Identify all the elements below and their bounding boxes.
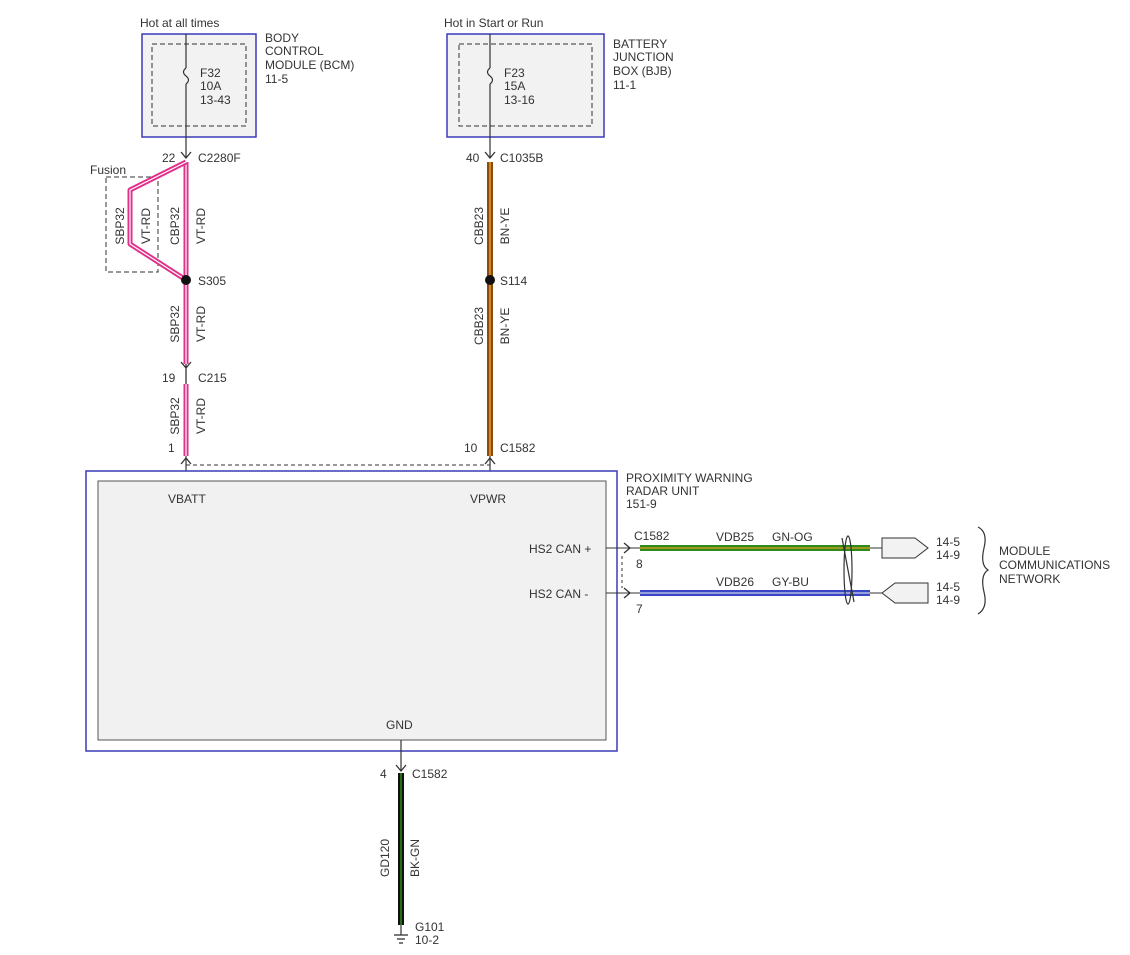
vpwr-label: VPWR <box>470 492 506 506</box>
low-circuit-label: SBP32 <box>168 397 182 435</box>
bcm-module: F32 10A 13-43 <box>141 33 257 158</box>
radar-unit-name-line-2: RADAR UNIT <box>626 484 700 498</box>
can-plus-circuit: VDB25 <box>716 530 754 544</box>
ground-color-label: BK-GN <box>408 839 422 877</box>
c2280f-name: C2280F <box>198 151 241 165</box>
splice-s305-icon <box>181 275 191 285</box>
ground-name: G101 <box>415 920 445 934</box>
can-minus-label: HS2 CAN - <box>529 587 588 601</box>
network-brace-icon <box>977 526 990 615</box>
low-color-label: VT-RD <box>194 398 208 434</box>
upper-color-label: VT-RD <box>194 208 208 244</box>
vpwr-pin-number: 10 <box>464 441 478 455</box>
fuse-f32-rating: 10A <box>200 79 221 93</box>
can-minus-ref-1: 14-5 <box>936 580 960 594</box>
splice-s114-label: S114 <box>500 274 527 288</box>
bcm-name-line-1: BODY <box>265 31 299 45</box>
network-name-line-3: NETWORK <box>999 572 1060 586</box>
can-plus-color: GN-OG <box>772 530 813 544</box>
can-minus-pin: 7 <box>636 602 643 616</box>
vbatt-label: VBATT <box>168 492 206 506</box>
mid-color-label: VT-RD <box>194 306 208 342</box>
fusion-color-label: VT-RD <box>139 208 153 244</box>
c1035b-pin: 40 <box>466 151 480 165</box>
c215-pin: 19 <box>162 371 176 385</box>
splice-s114-icon <box>485 275 495 285</box>
c215-name: C215 <box>198 371 227 385</box>
bcm-name-line-2: CONTROL <box>265 44 324 58</box>
vbatt-pin-number: 1 <box>168 441 175 455</box>
ground-symbol-icon <box>394 934 408 944</box>
mid-circuit-label: SBP32 <box>168 305 182 343</box>
vpwr-connector-name: C1582 <box>500 441 536 455</box>
radar-unit-ref: 151-9 <box>626 497 657 511</box>
bjb-ref: 11-1 <box>613 78 636 92</box>
can-minus-color: GY-BU <box>772 575 809 589</box>
ground-circuit-label: GD120 <box>378 839 392 877</box>
network-name-line-2: COMMUNICATIONS <box>999 558 1110 572</box>
c1035b-name: C1035B <box>500 151 543 165</box>
can-minus-circuit: VDB26 <box>716 575 754 589</box>
bjb-module: F23 15A 13-16 <box>446 33 605 158</box>
ground-ref: 10-2 <box>415 933 439 947</box>
bn-upper-circuit-label: CBB23 <box>472 207 486 245</box>
fuse-f23-rating: 15A <box>504 79 525 93</box>
radar-unit-name-line-1: PROXIMITY WARNING <box>626 471 753 485</box>
hot-at-all-times-label: Hot at all times <box>140 16 219 30</box>
fuse-f23-ref: 13-16 <box>504 93 535 107</box>
fusion-label: Fusion <box>90 163 126 177</box>
network-name-line-1: MODULE <box>999 544 1050 558</box>
can-plus-ref-2: 14-9 <box>936 548 960 562</box>
can-plus-arrow-icon <box>881 537 929 559</box>
bjb-name-line-1: BATTERY <box>613 37 667 51</box>
fuse-f32-name: F32 <box>200 66 221 80</box>
hot-in-start-or-run-label: Hot in Start or Run <box>444 16 543 30</box>
can-connector-name: C1582 <box>634 529 670 543</box>
can-plus-label: HS2 CAN + <box>529 542 591 556</box>
c2280f-pin: 22 <box>162 151 176 165</box>
radar-unit-module <box>85 470 618 752</box>
bcm-name-line-3: MODULE (BCM) <box>265 58 354 72</box>
bjb-name-line-3: BOX (BJB) <box>613 64 672 78</box>
wiring-diagram: Hot at all times Hot in Start or Run F32… <box>85 16 1110 947</box>
bn-low-color-label: BN-YE <box>498 308 512 345</box>
can-plus-pin: 8 <box>636 557 643 571</box>
can-minus-ref-2: 14-9 <box>936 593 960 607</box>
can-plus-ref-1: 14-5 <box>936 535 960 549</box>
ground-connector-name: C1582 <box>412 767 448 781</box>
bn-low-circuit-label: CBB23 <box>472 307 486 345</box>
ground-pin: 4 <box>380 767 387 781</box>
fusion-circuit-label: SBP32 <box>113 207 127 245</box>
gnd-label: GND <box>386 718 413 732</box>
connector-c215-icon <box>180 361 192 384</box>
bcm-ref: 11-5 <box>265 72 288 86</box>
upper-circuit-label: CBP32 <box>168 207 182 245</box>
bn-upper-color-label: BN-YE <box>498 208 512 245</box>
fuse-f23-name: F23 <box>504 66 525 80</box>
splice-s305-label: S305 <box>198 274 226 288</box>
bjb-name-line-2: JUNCTION <box>613 50 674 64</box>
can-minus-arrow-icon <box>881 582 929 604</box>
fuse-f32-ref: 13-43 <box>200 93 231 107</box>
